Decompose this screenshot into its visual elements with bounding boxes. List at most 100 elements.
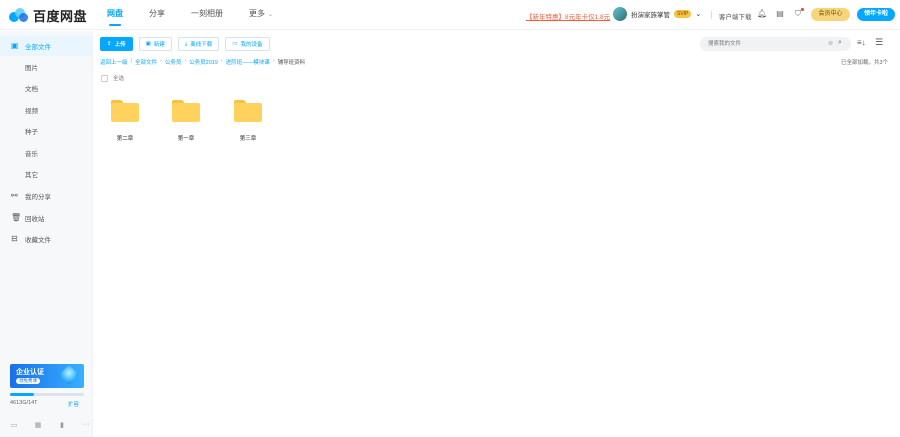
breadcrumb-item[interactable]: 全部文件 — [135, 58, 157, 66]
breadcrumb-separator: | — [130, 58, 132, 64]
app-name: 百度网盘 — [33, 9, 88, 24]
monitor-icon[interactable]: ▭ — [10, 421, 18, 429]
sidebar-item-my-shares[interactable]: ⚯ 我的分享 — [0, 186, 93, 206]
breadcrumb: 返回上一级 | 全部文件 › 公务员 › 公务员2019 › 进阶班——模块课 … — [100, 58, 305, 66]
breadcrumb-back[interactable]: 返回上一级 — [100, 58, 128, 66]
folder-icon — [234, 100, 262, 122]
cube-illustration-icon — [58, 364, 80, 386]
top-bar: 百度网盘 网盘 分享 一刻相册 更多 ⌄ 【新年特惠】8元年卡仅1.8元 扮演家族… — [0, 0, 900, 30]
sidebar-item-documents[interactable]: 文档 — [0, 78, 93, 98]
baidu-netdisk-logo-icon — [9, 7, 29, 24]
breadcrumb-separator: › — [184, 58, 187, 64]
trash-icon: 🗑︎ — [11, 213, 22, 222]
clear-icon[interactable]: ⊗ — [828, 40, 833, 47]
breadcrumb-item[interactable]: 进阶班——模块课 — [226, 58, 270, 66]
my-devices-button[interactable]: ▭ 我的设备 — [225, 37, 270, 51]
sidebar-item-label: 视频 — [25, 108, 38, 115]
sidebar-item-recycle-bin[interactable]: 🗑︎ 回收站 — [0, 208, 93, 228]
chevron-down-icon: ⌄ — [268, 12, 274, 18]
promo-button[interactable]: 领年卡啦 — [857, 8, 895, 21]
new-folder-icon: ▣ — [145, 41, 151, 47]
sidebar-item-images[interactable]: 图片 — [0, 57, 93, 77]
sidebar-item-label: 文档 — [25, 86, 38, 93]
storage-quota-bar — [10, 393, 84, 396]
upload-button[interactable]: ⇪ 上传 — [100, 37, 133, 51]
main-nav: 网盘 分享 一刻相册 更多 ⌄ — [107, 0, 299, 30]
enterprise-banner[interactable]: 企业认证 领免费课 — [10, 364, 84, 388]
folder-name: 第三章 — [239, 136, 257, 142]
new-folder-button[interactable]: ▣ 新建 — [138, 37, 172, 51]
offline-download-button[interactable]: ⤓ 离线下载 — [177, 37, 220, 51]
banner-button: 领免费课 — [16, 378, 40, 384]
sidebar-item-label: 其它 — [25, 172, 38, 179]
shirt-icon[interactable]: ⛉ — [793, 8, 804, 19]
more-dots-icon[interactable]: ··· — [82, 421, 90, 429]
folder-name: 第二章 — [116, 136, 134, 142]
expand-storage-link[interactable]: 扩容 — [68, 400, 79, 408]
avatar — [613, 7, 627, 21]
sort-icon[interactable]: ≡↓ — [857, 38, 866, 47]
download-icon: ⤓ — [184, 40, 188, 47]
promo-link[interactable]: 【新年特惠】8元年卡仅1.8元 — [526, 11, 610, 21]
breadcrumb-item[interactable]: 公务员 — [165, 58, 182, 66]
sidebar-item-music[interactable]: 音乐 — [0, 143, 93, 163]
breadcrumb-separator: › — [220, 58, 223, 64]
bell-icon[interactable]: 🔔︎ — [757, 9, 767, 19]
sidebar-item-other[interactable]: 其它 — [0, 164, 93, 184]
storage-quota-fill — [10, 393, 35, 396]
search-input[interactable] — [708, 39, 818, 49]
folder-name: 第一章 — [177, 136, 195, 142]
sidebar-item-torrents[interactable]: 种子 — [0, 121, 93, 141]
breadcrumb-separator: › — [272, 58, 275, 64]
new-folder-label: 新建 — [153, 42, 165, 48]
select-all-label: 全选 — [113, 76, 125, 82]
sidebar-bottom-tools: ▭ ▦ ▮ ··· — [10, 421, 90, 429]
sidebar-item-all-files[interactable]: ▣ 全部文件 — [0, 36, 93, 56]
client-download-link[interactable]: 客户端下载 — [719, 11, 752, 21]
select-all-checkbox[interactable] — [101, 74, 108, 82]
sidebar-item-videos[interactable]: 视频 — [0, 100, 93, 120]
nav-more-label: 更多 — [249, 9, 265, 18]
vip-badge: SVIP — [674, 10, 692, 18]
my-devices-label: 我的设备 — [240, 42, 263, 48]
nav-tab-netdisk[interactable]: 网盘 — [107, 0, 123, 30]
share-icon: ⚯ — [11, 191, 18, 200]
calendar-icon[interactable]: ▦ — [34, 421, 42, 429]
folder-item[interactable]: 第二章 — [107, 100, 143, 142]
sidebar-item-label: 回收站 — [25, 216, 45, 223]
select-all[interactable]: 全选 — [101, 74, 124, 82]
nav-tab-more[interactable]: 更多 ⌄ — [249, 0, 273, 30]
sidebar-item-favorites[interactable]: ⊟ 收藏文件 — [0, 229, 93, 249]
storage-quota-text: 4613G/14T — [10, 400, 38, 406]
folder-icon — [172, 100, 200, 122]
user-menu[interactable]: 扮演家族掌管 SVIP ⌄ — [613, 7, 701, 21]
member-center-button[interactable]: 会员中心 — [811, 8, 850, 21]
star-icon: ⊟ — [11, 234, 18, 243]
nav-tab-share[interactable]: 分享 — [149, 0, 165, 30]
sidebar-item-label: 图片 — [25, 65, 38, 72]
search-box: ⊗ ⌕ — [700, 37, 851, 51]
clipboard-icon[interactable]: ▤ — [775, 9, 785, 19]
file-toolbar: ⇪ 上传 ▣ 新建 ⤓ 离线下载 ▭ 我的设备 — [100, 37, 270, 51]
sidebar: ▣ 全部文件 图片 文档 视频 种子 音乐 其它 ⚯ 我的分享 🗑︎ 回收站 ⊟… — [0, 31, 93, 437]
list-view-icon[interactable]: ☰ — [875, 37, 883, 48]
offline-download-label: 离线下载 — [190, 42, 213, 48]
folder-item[interactable]: 第三章 — [230, 100, 266, 142]
folder-item[interactable]: 第一章 — [168, 100, 204, 142]
breadcrumb-current: 辅导班资料 — [277, 60, 306, 66]
upload-label: 上传 — [114, 42, 126, 48]
notification-dot — [801, 8, 804, 11]
app-logo[interactable]: 百度网盘 — [9, 6, 87, 25]
breadcrumb-item[interactable]: 公务员2019 — [189, 58, 218, 66]
upload-icon: ⇪ — [107, 41, 112, 47]
nav-tab-album[interactable]: 一刻相册 — [191, 0, 223, 30]
divider — [711, 11, 712, 19]
chevron-down-icon: ⌄ — [695, 11, 702, 18]
sidebar-item-label: 全部文件 — [25, 44, 51, 51]
document-icon[interactable]: ▮ — [58, 421, 66, 429]
search-icon[interactable]: ⌕ — [838, 39, 842, 47]
sidebar-item-label: 收藏文件 — [25, 237, 51, 244]
folder-icon: ▣ — [11, 41, 19, 50]
folder-icon — [111, 100, 139, 122]
device-icon: ▭ — [232, 41, 238, 47]
